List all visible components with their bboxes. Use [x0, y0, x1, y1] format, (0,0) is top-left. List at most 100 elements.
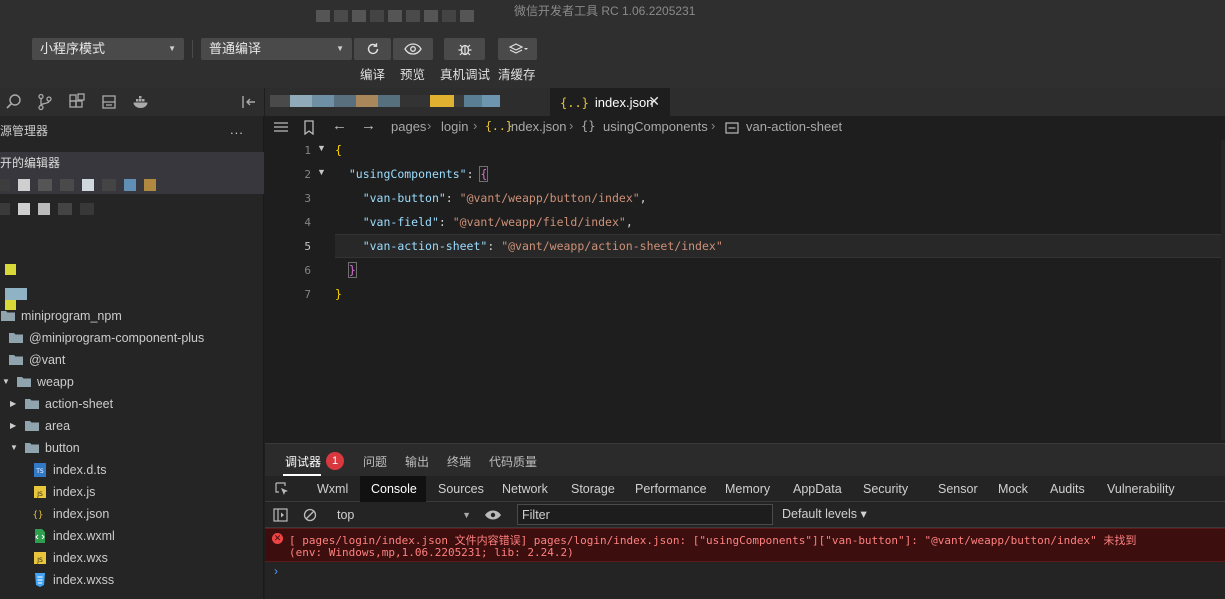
breadcrumb-van-action-sheet[interactable]: van-action-sheet [746, 119, 842, 134]
chevron-down-icon: ▼ [168, 44, 176, 53]
source-control-icon[interactable] [36, 93, 54, 111]
breadcrumb-using-components[interactable]: usingComponents [603, 119, 708, 134]
tab-debugger[interactable]: 调试器 [285, 453, 321, 470]
tree-item-index-js[interactable]: JS index.js [0, 481, 264, 503]
console-prompt[interactable]: › [274, 564, 278, 578]
tree-item-index-json[interactable]: {} index.json [0, 503, 264, 525]
code-token: "@vant/weapp/button/index" [459, 191, 640, 205]
extensions-icon[interactable] [68, 93, 86, 111]
code-token: , [639, 191, 647, 205]
line-number: 5 [304, 240, 311, 253]
line-number: 6 [304, 264, 311, 277]
tab-label: index.json [594, 95, 654, 110]
collapse-panel-icon[interactable] [240, 93, 258, 111]
devtab-wxml[interactable]: Wxml [317, 476, 348, 502]
window-title: 微信开发者工具 RC 1.06.2205231 [514, 4, 696, 18]
layers-icon [508, 43, 528, 54]
forward-arrow-icon[interactable]: → [361, 117, 376, 134]
debugger-panel: 调试器 1 问题 输出 终端 代码质量 Wxml Console Sources… [265, 443, 1225, 599]
tree-item-label: @miniprogram-component-plus [29, 331, 205, 345]
compile-button[interactable] [354, 38, 391, 60]
clear-console-icon[interactable] [303, 508, 317, 522]
code-line-6[interactable]: } [335, 258, 1225, 282]
error-icon: ✕ [272, 533, 283, 544]
tree-item-vant[interactable]: @vant [0, 349, 264, 371]
devtab-audits[interactable]: Audits [1050, 476, 1085, 502]
open-editors-section[interactable]: 打开的编辑器 [0, 152, 264, 194]
devtab-appdata[interactable]: AppData [793, 476, 842, 502]
code-line-3[interactable]: "van-button": "@vant/weapp/button/index"… [335, 186, 1225, 210]
code-line-7[interactable]: } [335, 282, 1225, 306]
devtab-security[interactable]: Security [863, 476, 908, 502]
context-select[interactable]: top ▼ [331, 505, 471, 525]
back-arrow-icon[interactable]: ← [332, 117, 347, 134]
devtab-sources[interactable]: Sources [438, 476, 484, 502]
tree-item-button[interactable]: ▼ button [0, 437, 264, 459]
console-error-message[interactable]: ✕ [ pages/login/index.json 文件内容错误] pages… [265, 528, 1225, 562]
devtab-network[interactable]: Network [502, 476, 548, 502]
remote-debug-button[interactable] [444, 38, 485, 60]
storage-icon[interactable] [100, 93, 118, 111]
eye-icon[interactable] [484, 509, 502, 521]
filter-input[interactable] [517, 504, 773, 525]
tab-output[interactable]: 输出 [405, 453, 429, 470]
docker-icon[interactable] [132, 93, 150, 111]
code-line-5[interactable]: "van-action-sheet": "@vant/weapp/action-… [335, 234, 1225, 258]
clear-cache-button[interactable] [498, 38, 537, 60]
more-actions-button[interactable]: ... [230, 122, 244, 137]
code-token: "van-field" [362, 215, 439, 229]
line-number: 3 [304, 192, 311, 205]
breadcrumb-file[interactable]: index.json [508, 119, 567, 134]
tab-problems[interactable]: 问题 [363, 453, 387, 470]
devtab-memory[interactable]: Memory [725, 476, 770, 502]
sidebar-toggle-icon[interactable] [273, 508, 288, 522]
code-line-2[interactable]: "usingComponents": { [335, 162, 1225, 186]
log-levels-select[interactable]: Default levels ▾ [782, 506, 867, 521]
chevron-right-icon: › [427, 118, 432, 133]
bookmark-icon[interactable] [303, 120, 315, 135]
tree-item-action-sheet[interactable]: ▶ action-sheet [0, 393, 264, 415]
editor-tab-bar: {..} index.json ✕ [265, 88, 1225, 116]
devtab-performance[interactable]: Performance [635, 476, 707, 502]
devtab-storage[interactable]: Storage [571, 476, 615, 502]
code-token: "@vant/weapp/action-sheet/index" [501, 239, 723, 253]
editor-scrollbar[interactable] [1221, 140, 1225, 440]
search-icon[interactable] [5, 93, 23, 111]
code-token: , [625, 215, 633, 229]
breadcrumb-pages[interactable]: pages [391, 119, 426, 134]
tree-item-miniprogram-component-plus[interactable]: @miniprogram-component-plus [0, 327, 264, 349]
javascript-file-icon: JS [34, 486, 46, 498]
tree-item-index-wxml[interactable]: index.wxml [0, 525, 264, 547]
tree-item-weapp[interactable]: ▼ weapp [0, 371, 264, 393]
list-icon[interactable] [273, 121, 289, 135]
line-number: 7 [304, 288, 311, 301]
tree-item-label: index.json [53, 507, 110, 521]
devtab-sensor[interactable]: Sensor [938, 476, 978, 502]
tree-item-miniprogram-npm[interactable]: miniprogram_npm [0, 305, 264, 327]
devtab-vulnerability[interactable]: Vulnerability [1107, 476, 1175, 502]
mode-select[interactable]: 小程序模式 ▼ [32, 38, 184, 60]
braces-icon: {} [581, 119, 596, 133]
line-number: 4 [304, 216, 311, 229]
fold-chevron-icon[interactable]: ▼ [317, 167, 326, 177]
tab-index-json[interactable]: {..} index.json ✕ [550, 88, 670, 116]
inspect-element-icon[interactable] [275, 482, 290, 497]
tab-code-quality[interactable]: 代码质量 [489, 453, 537, 470]
tree-item-index-d-ts[interactable]: TS index.d.ts [0, 459, 264, 481]
refresh-icon [367, 43, 378, 55]
code-line-4[interactable]: "van-field": "@vant/weapp/field/index", [335, 210, 1225, 234]
devtab-mock[interactable]: Mock [998, 476, 1028, 502]
tree-item-index-wxs[interactable]: JS index.wxs [0, 547, 264, 569]
tab-terminal[interactable]: 终端 [447, 453, 471, 470]
compile-select[interactable]: 普通编译 ▼ [201, 38, 352, 60]
tree-item-area[interactable]: ▶ area [0, 415, 264, 437]
mode-select-value: 小程序模式 [40, 41, 106, 56]
devtab-console[interactable]: Console [371, 476, 417, 502]
property-icon [725, 122, 739, 134]
breadcrumb-login[interactable]: login [441, 119, 468, 134]
fold-chevron-icon[interactable]: ▼ [317, 143, 326, 153]
close-icon[interactable]: ✕ [648, 93, 660, 110]
tree-item-index-wxss[interactable]: index.wxss [0, 569, 264, 591]
code-line-1[interactable]: { [335, 138, 1225, 162]
preview-button[interactable] [393, 38, 433, 60]
